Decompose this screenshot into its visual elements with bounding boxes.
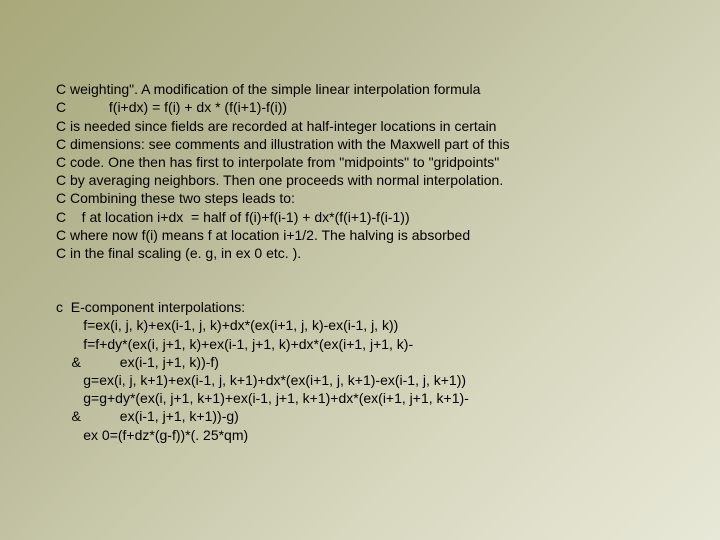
code-line: C code. One then has first to interpolat… [56,154,499,170]
code-line: C is needed since fields are recorded at… [56,118,496,134]
code-block-2: c E-component interpolations: f=ex(i, j,… [56,280,664,444]
code-line: f=ex(i, j, k)+ex(i-1, j, k)+dx*(ex(i+1, … [56,317,398,333]
code-line: g=g+dy*(ex(i, j+1, k+1)+ex(i-1, j+1, k+1… [56,390,469,406]
code-line: C by averaging neighbors. Then one proce… [56,172,503,188]
code-line: C weighting". A modification of the simp… [56,81,480,97]
code-line: C dimensions: see comments and illustrat… [56,136,510,152]
code-line: & ex(i-1, j+1, k))-f) [56,354,219,370]
code-line: C where now f(i) means f at location i+1… [56,227,470,243]
code-line: ex 0=(f+dz*(g-f))*(. 25*qm) [56,427,248,443]
code-block-1: C weighting". A modification of the simp… [56,62,664,262]
code-line: c E-component interpolations: [56,299,245,315]
code-line: C Combining these two steps leads to: [56,190,295,206]
code-line: C in the final scaling (e. g, in ex 0 et… [56,245,301,261]
slide-content: C weighting". A modification of the simp… [0,0,720,444]
code-line: g=ex(i, j, k+1)+ex(i-1, j, k+1)+dx*(ex(i… [56,372,466,388]
code-line: C f at location i+dx = half of f(i)+f(i-… [56,209,410,225]
code-line: & ex(i-1, j+1, k+1))-g) [56,408,239,424]
code-line: C f(i+dx) = f(i) + dx * (f(i+1)-f(i)) [56,99,287,115]
code-line: f=f+dy*(ex(i, j+1, k)+ex(i-1, j+1, k)+dx… [56,336,413,352]
